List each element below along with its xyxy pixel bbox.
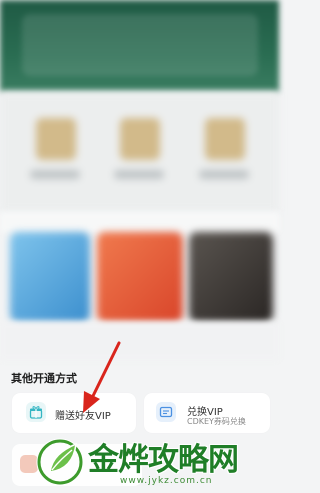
watermark-url: www.jykz.com.cn bbox=[120, 476, 213, 486]
section-title: 其他开通方式 bbox=[11, 372, 77, 385]
leaf-logo-icon bbox=[36, 438, 84, 486]
gift-vip-option[interactable]: 赠送好友VIP bbox=[12, 393, 136, 433]
redeem-vip-option[interactable]: 兑换VIP CDKEY券码兑换 bbox=[144, 393, 270, 433]
package-item bbox=[120, 118, 160, 160]
benefit-image[interactable] bbox=[10, 232, 90, 322]
benefit-image[interactable] bbox=[189, 232, 273, 322]
gift-vip-label: 赠送好友VIP bbox=[55, 411, 111, 422]
vip-packages-blurred bbox=[0, 92, 279, 212]
benefits-gallery bbox=[0, 232, 279, 322]
vip-banner bbox=[0, 0, 279, 92]
benefit-image[interactable] bbox=[97, 232, 183, 322]
package-item bbox=[205, 118, 245, 160]
redeem-vip-sublabel: CDKEY券码兑换 bbox=[187, 417, 246, 426]
watermark-title: 金烨攻略网 bbox=[88, 442, 239, 478]
blurred-text-row bbox=[0, 322, 279, 360]
banner-card bbox=[22, 14, 258, 76]
package-item bbox=[36, 118, 76, 160]
package-label-placeholder bbox=[199, 170, 249, 179]
site-watermark: 金烨攻略网 www.jykz.com.cn bbox=[32, 430, 279, 493]
voucher-icon bbox=[156, 402, 176, 422]
package-label-placeholder bbox=[30, 170, 80, 179]
package-label-placeholder bbox=[114, 170, 164, 179]
gift-icon bbox=[26, 402, 46, 422]
divider-strip bbox=[0, 212, 279, 232]
